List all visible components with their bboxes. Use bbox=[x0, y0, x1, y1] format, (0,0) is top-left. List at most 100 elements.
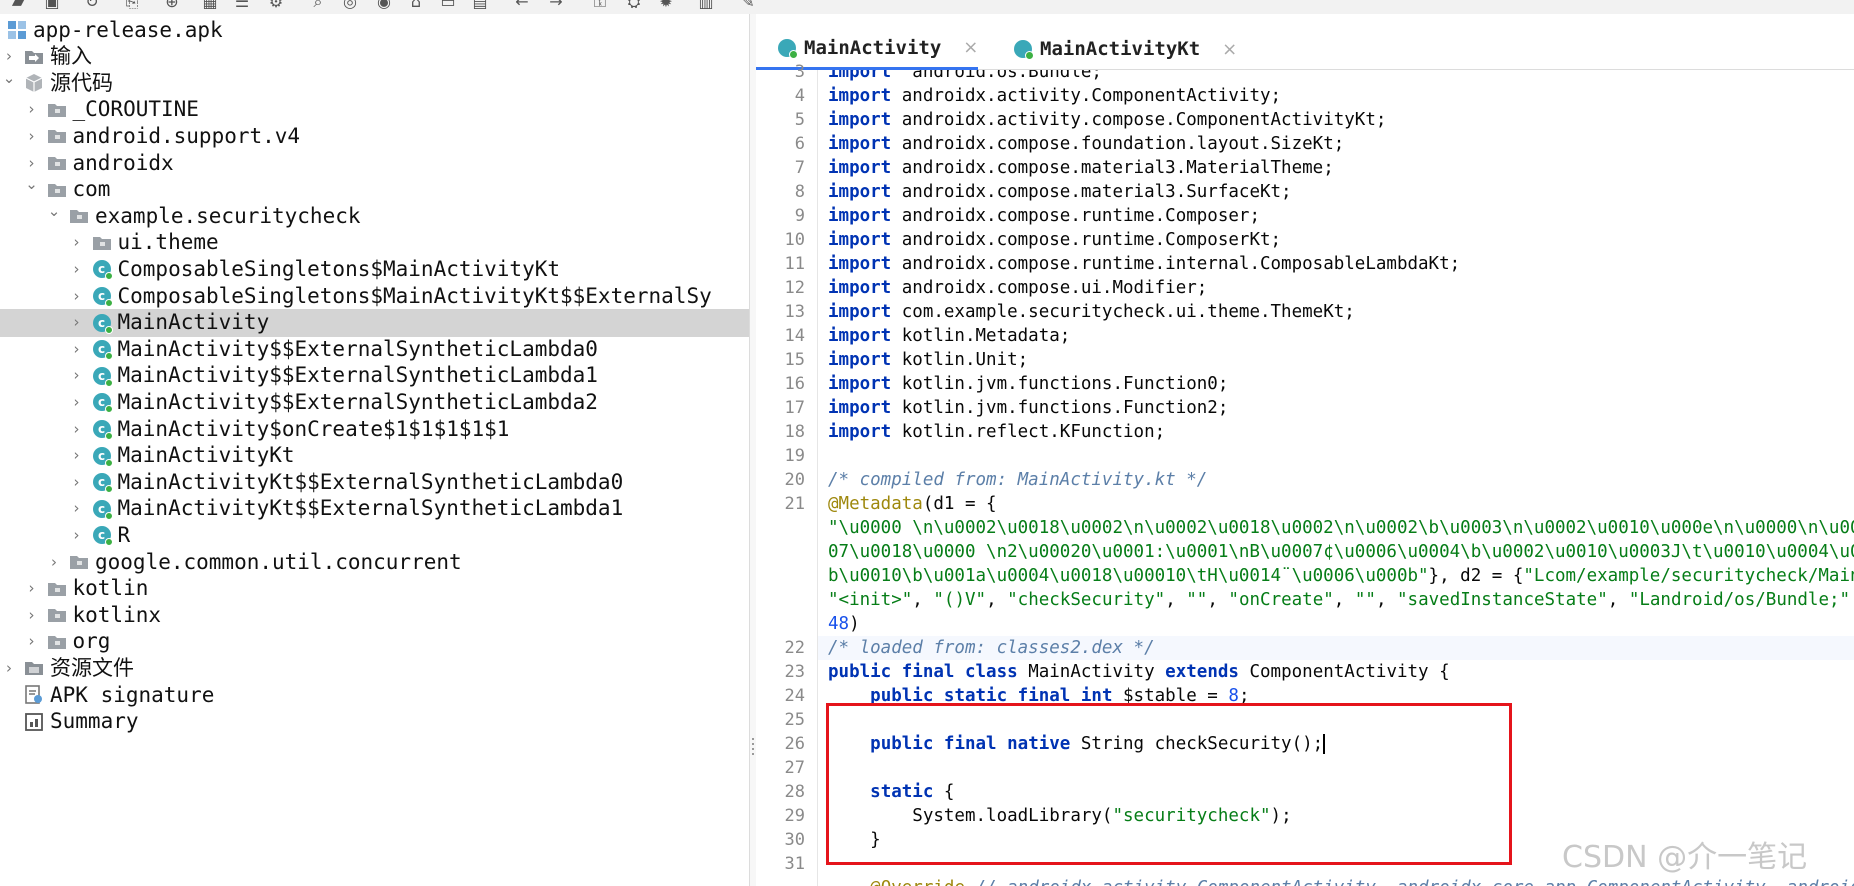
close-icon[interactable]: × bbox=[1222, 39, 1237, 60]
code-line[interactable]: import kotlin.jvm.functions.Function2; bbox=[828, 396, 1228, 420]
tree-item[interactable]: APK signature bbox=[0, 681, 749, 709]
bug-icon[interactable]: ✹ bbox=[656, 0, 676, 10]
tree-item[interactable]: › android.support.v4 bbox=[0, 122, 749, 150]
code-line[interactable]: /* loaded from: classes2.dex */ bbox=[828, 636, 1155, 660]
code-line[interactable]: import kotlin.Metadata; bbox=[828, 324, 1070, 348]
tree-item[interactable]: app-release.apk bbox=[0, 16, 749, 44]
tree-item[interactable]: › kotlinx bbox=[0, 601, 749, 629]
code-editor[interactable]: MainActivity × MainActivityKt × 3 4 5 6 7 8 9 10 11… bbox=[756, 14, 1854, 886]
add-icon[interactable]: ▣ bbox=[42, 0, 62, 10]
tree-item[interactable]: › c MainActivity$$ExternalSyntheticLambda2 bbox=[0, 388, 749, 416]
code-area[interactable]: import android.os.Bundle; import androidx… bbox=[828, 70, 1854, 886]
code-token: ; bbox=[1238, 686, 1250, 706]
code-line[interactable]: import androidx.compose.foundation.layou… bbox=[828, 132, 1344, 156]
code-line[interactable]: import androidx.compose.runtime.Composer… bbox=[828, 204, 1260, 228]
globe-icon[interactable]: ⊕ bbox=[162, 0, 182, 10]
code-line[interactable]: public static final int $stable = 8; bbox=[828, 684, 1249, 708]
open-icon[interactable]: ▰ bbox=[8, 0, 28, 10]
module-icon[interactable]: ▤ bbox=[470, 0, 490, 10]
home-icon[interactable]: ⌂ bbox=[406, 0, 426, 10]
find-class-icon[interactable]: ◎ bbox=[340, 0, 360, 10]
code-line[interactable]: import kotlin.reflect.KFunction; bbox=[828, 420, 1165, 444]
code-line[interactable]: import androidx.compose.runtime.internal… bbox=[828, 252, 1460, 276]
code-line[interactable]: System.loadLibrary("securitycheck"); bbox=[828, 804, 1291, 828]
code-line[interactable]: import androidx.compose.ui.Modifier; bbox=[828, 276, 1207, 300]
folder-icon bbox=[46, 604, 68, 626]
code-token: kotlin.Unit; bbox=[891, 350, 1029, 370]
window-icon[interactable]: ▭ bbox=[438, 0, 458, 10]
tree-item[interactable]: › c MainActivity$$ExternalSyntheticLambda0 bbox=[0, 335, 749, 363]
search-icon[interactable]: ⌕ bbox=[308, 0, 328, 10]
tree-item[interactable]: › google.common.util.concurrent bbox=[0, 547, 749, 578]
export-icon[interactable]: ⎘ bbox=[122, 0, 142, 10]
find-usage-icon[interactable]: ◉ bbox=[374, 0, 394, 10]
settings-search-icon[interactable]: ⚙ bbox=[266, 0, 286, 10]
tree-item[interactable]: › org bbox=[0, 626, 749, 657]
back-icon[interactable]: ← bbox=[512, 0, 532, 10]
tree-item[interactable]: › 输入 bbox=[0, 43, 749, 71]
code-line[interactable]: /* compiled from: MainActivity.kt */ bbox=[828, 468, 1207, 492]
tree-item[interactable]: › ui.theme bbox=[0, 229, 749, 257]
code-line[interactable]: @Override // androidx.activity.Component… bbox=[828, 876, 1854, 886]
code-line[interactable]: import androidx.activity.ComponentActivi… bbox=[828, 84, 1281, 108]
tree-item[interactable]: › 资源文件 bbox=[0, 654, 749, 682]
chevron-right-icon[interactable]: › bbox=[70, 520, 84, 551]
tree-item[interactable]: › kotlin bbox=[0, 575, 749, 603]
code-line[interactable]: @Metadata(d1 = { bbox=[828, 492, 997, 516]
tree-item[interactable]: › _COROUTINE bbox=[0, 96, 749, 124]
tree-item[interactable]: › c ComposableSingletons$MainActivityKt$$E… bbox=[0, 282, 749, 310]
code-line[interactable]: import androidx.compose.material3.Surfac… bbox=[828, 180, 1292, 204]
decompile-icon[interactable]: ⛭ bbox=[624, 0, 644, 10]
chevron-right-icon[interactable]: › bbox=[47, 547, 61, 578]
forward-icon[interactable]: → bbox=[546, 0, 566, 10]
chevron-down-icon[interactable]: ⌄ bbox=[25, 174, 39, 205]
code-line[interactable]: b\u0010\b\u001a\u0004\u0018\u00010\tH\u0… bbox=[828, 564, 1854, 588]
signature-icon bbox=[23, 684, 45, 706]
class-icon: c bbox=[91, 471, 113, 494]
code-line[interactable]: public final class MainActivity extends … bbox=[828, 660, 1450, 684]
editor-tab[interactable]: MainActivity × bbox=[756, 28, 979, 70]
code-line[interactable]: 07\u0018\u0000 \n2\u00020\u0001:\u0001\n… bbox=[828, 540, 1854, 564]
code-line[interactable]: public final native String checkSecurity… bbox=[828, 732, 1326, 756]
code-line[interactable]: import androidx.activity.compose.Compone… bbox=[828, 108, 1386, 132]
grid-icon[interactable]: ▦ bbox=[200, 0, 220, 10]
code-line[interactable]: "<init>", "()V", "checkSecurity", "", "o… bbox=[828, 588, 1850, 612]
tree-item[interactable]: › c MainActivityKt$$ExternalSyntheticLambd… bbox=[0, 468, 749, 496]
code-line[interactable]: import kotlin.Unit; bbox=[828, 348, 1028, 372]
tree-item[interactable]: › c ComposableSingletons$MainActivityKt bbox=[0, 255, 749, 283]
code-line[interactable]: 48) bbox=[828, 612, 860, 636]
code-line[interactable]: static { bbox=[828, 780, 954, 804]
tree-item[interactable]: ⌄ example.securitycheck bbox=[0, 201, 749, 232]
tree-item[interactable]: › c MainActivityKt bbox=[0, 442, 749, 470]
log-icon[interactable]: ▥ bbox=[696, 0, 716, 10]
chevron-down-icon[interactable]: ⌄ bbox=[2, 68, 16, 99]
tree-item[interactable]: › c MainActivityKt$$ExternalSyntheticLambd… bbox=[0, 495, 749, 523]
tree-item[interactable]: Summary bbox=[0, 708, 749, 736]
code-line[interactable]: import android.os.Bundle; bbox=[828, 70, 1102, 84]
editor-tab[interactable]: MainActivityKt × bbox=[992, 28, 1237, 70]
refresh-icon[interactable]: ↻ bbox=[82, 0, 102, 10]
lock-settings-icon[interactable]: ⚿ bbox=[590, 0, 610, 10]
tree-item[interactable]: ⌄ com bbox=[0, 174, 749, 205]
class-icon bbox=[778, 38, 798, 59]
tree-item[interactable]: › c R bbox=[0, 520, 749, 551]
tree-item[interactable]: ⌄ 源代码 bbox=[0, 68, 749, 99]
project-tree[interactable]: app-release.apk › 输入 ⌄ 源代码 › _COROUTINE › androi… bbox=[0, 14, 750, 886]
tree-item[interactable]: › c MainActivity bbox=[0, 308, 749, 337]
code-line[interactable]: } bbox=[828, 828, 881, 852]
tree-item[interactable]: › c MainActivity$onCreate$1$1$1$1$1 bbox=[0, 415, 749, 443]
code-line[interactable]: import kotlin.jvm.functions.Function0; bbox=[828, 372, 1228, 396]
tree-item[interactable]: › c MainActivity$$ExternalSyntheticLambda1 bbox=[0, 362, 749, 390]
code-line[interactable]: import com.example.securitycheck.ui.them… bbox=[828, 300, 1355, 324]
wrench-icon[interactable]: ✎ bbox=[738, 0, 758, 10]
code-line[interactable]: import androidx.compose.material3.Materi… bbox=[828, 156, 1334, 180]
close-icon[interactable]: × bbox=[963, 37, 978, 58]
code-line[interactable]: "\u0000 \n\u0002\u0018\u0002\n\u0002\u00… bbox=[828, 516, 1854, 540]
chevron-right-icon[interactable]: › bbox=[25, 626, 39, 657]
list-icon[interactable]: ☰ bbox=[232, 0, 252, 10]
line-number: 21 bbox=[784, 494, 805, 514]
chevron-down-icon[interactable]: ⌄ bbox=[47, 201, 61, 232]
tree-item[interactable]: › androidx bbox=[0, 149, 749, 177]
line-number: 14 bbox=[784, 326, 805, 346]
code-line[interactable]: import androidx.compose.runtime.Composer… bbox=[828, 228, 1281, 252]
